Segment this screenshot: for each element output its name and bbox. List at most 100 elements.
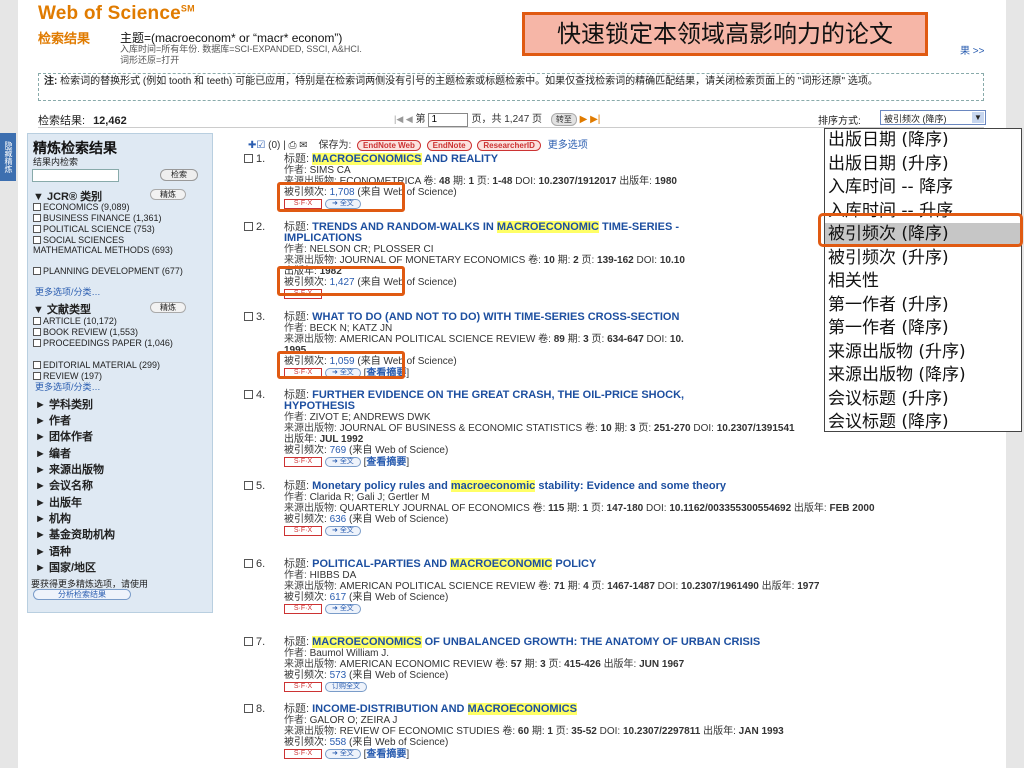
checkbox[interactable] bbox=[33, 203, 41, 211]
record-title[interactable]: TRENDS AND RANDOM-WALKS IN MACROECONOMIC… bbox=[312, 221, 679, 233]
record-title[interactable]: INCOME-DISTRIBUTION AND MACROECONOMICS bbox=[312, 703, 577, 715]
doctype-item[interactable]: PROCEEDINGS PAPER (1,046) bbox=[33, 338, 183, 348]
checkbox[interactable] bbox=[33, 317, 41, 325]
checkbox[interactable] bbox=[33, 214, 41, 222]
jcr-item[interactable]: SOCIAL SCIENCES MATHEMATICAL METHODS (69… bbox=[33, 235, 183, 255]
record-title[interactable]: FURTHER EVIDENCE ON THE GREAT CRASH, THE… bbox=[312, 389, 684, 401]
refine-category[interactable]: ► 机构 bbox=[35, 510, 71, 526]
refine-sidebar: 精炼检索结果 结果内检索 检索 ▼ JCR® 类别 精炼 ECONOMICS (… bbox=[27, 133, 213, 613]
checkbox[interactable] bbox=[33, 236, 41, 244]
order-fulltext-button[interactable]: 订购全文 bbox=[325, 682, 367, 693]
refine-button[interactable]: 精炼 bbox=[150, 302, 186, 313]
record-checkbox[interactable] bbox=[244, 559, 253, 568]
analyze-results-button[interactable]: 分析检索结果 bbox=[33, 589, 131, 600]
sort-option[interactable]: 出版日期 (升序) bbox=[825, 153, 1021, 177]
fulltext-button[interactable]: ➜ 全文 bbox=[325, 749, 361, 760]
sfx-button[interactable]: S·F·X bbox=[284, 457, 322, 468]
record-checkbox[interactable] bbox=[244, 704, 253, 713]
record-checkbox[interactable] bbox=[244, 637, 253, 646]
record-checkbox[interactable] bbox=[244, 481, 253, 490]
record-title[interactable]: POLITICAL-PARTIES AND MACROECONOMIC POLI… bbox=[312, 558, 596, 570]
endnote-button[interactable]: EndNote bbox=[426, 140, 472, 151]
checkbox[interactable] bbox=[33, 225, 41, 233]
refine-button[interactable]: 精炼 bbox=[150, 189, 186, 200]
record-checkbox[interactable] bbox=[244, 154, 253, 163]
hide-refine-tab[interactable]: 隐藏精炼 bbox=[0, 133, 16, 181]
checkbox[interactable] bbox=[33, 361, 41, 369]
sfx-button[interactable]: S·F·X bbox=[284, 749, 322, 760]
refine-category[interactable]: ► 来源出版物 bbox=[35, 461, 104, 477]
results-bar: 检索结果:12,462 |◀ ◀ 第页，共 1,247 页 转至 ▶ ▶| 排序… bbox=[38, 108, 986, 128]
marked-list-icon[interactable]: ✚☑ bbox=[248, 140, 265, 151]
record-title[interactable]: MACROECONOMICS OF UNBALANCED GROWTH: THE… bbox=[312, 636, 760, 648]
refine-category[interactable]: ► 编者 bbox=[35, 445, 71, 461]
create-alert-link[interactable]: 果 >> bbox=[960, 42, 984, 57]
refine-category[interactable]: ► 基金资助机构 bbox=[35, 526, 115, 542]
go-button[interactable]: 转至 bbox=[550, 113, 577, 126]
record-checkbox[interactable] bbox=[244, 222, 253, 231]
endnote-web-button[interactable]: EndNote Web bbox=[357, 140, 421, 151]
jcr-item[interactable]: ECONOMICS (9,089) bbox=[33, 202, 130, 212]
refine-category[interactable]: ► 作者 bbox=[35, 412, 71, 428]
more-save-options-link[interactable]: 更多选项 bbox=[548, 140, 588, 151]
checkbox[interactable] bbox=[33, 328, 41, 336]
jcr-item[interactable]: BUSINESS FINANCE (1,361) bbox=[33, 213, 162, 223]
next-page-icon[interactable]: ▶ ▶| bbox=[580, 114, 601, 125]
record-checkbox[interactable] bbox=[244, 390, 253, 399]
sfx-button[interactable]: S·F·X bbox=[284, 604, 322, 615]
view-abstract-link[interactable]: 查看摘要 bbox=[366, 457, 406, 468]
email-icon[interactable]: ✉ bbox=[299, 140, 307, 151]
page-input[interactable] bbox=[428, 112, 469, 127]
record-title[interactable]: MACROECONOMICS AND REALITY bbox=[312, 153, 498, 165]
refine-category[interactable]: ► 会议名称 bbox=[35, 477, 93, 493]
jcr-item[interactable]: POLITICAL SCIENCE (753) bbox=[33, 224, 155, 234]
search-within-button[interactable]: 检索 bbox=[160, 169, 198, 181]
checkbox[interactable] bbox=[33, 267, 41, 275]
times-cited-link[interactable]: 558 bbox=[330, 737, 347, 748]
refine-category[interactable]: ► 国家/地区 bbox=[35, 559, 96, 575]
refine-category[interactable]: ► 团体作者 bbox=[35, 428, 93, 444]
fulltext-button[interactable]: ➜ 全文 bbox=[325, 526, 361, 537]
sort-option[interactable]: 会议标题 (升序) bbox=[825, 388, 1021, 412]
record-title[interactable]: Monetary policy rules and macroeconomic … bbox=[312, 480, 726, 492]
fulltext-button[interactable]: ➜ 全文 bbox=[325, 457, 361, 468]
sort-option[interactable]: 来源出版物 (降序) bbox=[825, 364, 1021, 388]
refine-category[interactable]: ► 学科类别 bbox=[35, 396, 93, 412]
record-checkbox[interactable] bbox=[244, 312, 253, 321]
times-cited-link[interactable]: 573 bbox=[330, 670, 347, 681]
sort-option[interactable]: 来源出版物 (升序) bbox=[825, 341, 1021, 365]
sfx-button[interactable]: S·F·X bbox=[284, 682, 322, 693]
sort-option[interactable]: 第一作者 (降序) bbox=[825, 317, 1021, 341]
doctype-item[interactable]: BOOK REVIEW (1,553) bbox=[33, 327, 138, 337]
refine-category[interactable]: ► 出版年 bbox=[35, 494, 82, 510]
first-page-icon[interactable]: |◀ ◀ bbox=[394, 114, 413, 124]
sort-option[interactable]: 相关性 bbox=[825, 270, 1021, 294]
search-within-input[interactable] bbox=[32, 169, 119, 182]
wos-logo[interactable]: Web of ScienceSM bbox=[38, 3, 195, 25]
jcr-item[interactable]: PLANNING DEVELOPMENT (677) bbox=[33, 266, 183, 276]
fulltext-button[interactable]: ➜ 全文 bbox=[325, 604, 361, 615]
researcherid-button[interactable]: ResearcherID bbox=[477, 140, 541, 151]
doctype-item[interactable]: EDITORIAL MATERIAL (299) bbox=[33, 360, 160, 370]
checkbox[interactable] bbox=[33, 372, 41, 380]
sort-select[interactable]: 被引频次 (降序) ▼ bbox=[880, 110, 986, 125]
refine-category[interactable]: ► 语种 bbox=[35, 543, 71, 559]
sort-option[interactable]: 入库时间 -- 降序 bbox=[825, 176, 1021, 200]
checkbox[interactable] bbox=[33, 339, 41, 347]
record-title[interactable]: WHAT TO DO (AND NOT TO DO) WITH TIME-SER… bbox=[312, 311, 679, 323]
sort-option[interactable]: 第一作者 (升序) bbox=[825, 294, 1021, 318]
more-options-link[interactable]: 更多选项/分类… bbox=[35, 285, 101, 298]
more-options-link[interactable]: 更多选项/分类… bbox=[35, 380, 101, 393]
view-abstract-link[interactable]: 查看摘要 bbox=[366, 749, 406, 760]
sort-option[interactable]: 被引频次 (升序) bbox=[825, 247, 1021, 271]
times-cited-link[interactable]: 617 bbox=[330, 592, 347, 603]
doctype-item[interactable]: ARTICLE (10,172) bbox=[33, 316, 117, 326]
sort-option[interactable]: 会议标题 (降序) bbox=[825, 411, 1021, 435]
times-cited-link[interactable]: 769 bbox=[330, 445, 347, 456]
sfx-button[interactable]: S·F·X bbox=[284, 526, 322, 537]
times-cited-link[interactable]: 636 bbox=[330, 514, 347, 525]
cited-highlight-box bbox=[277, 351, 405, 379]
sort-option[interactable]: 出版日期 (降序) bbox=[825, 129, 1021, 153]
doctype-section-title[interactable]: ▼ 文献类型 bbox=[33, 301, 91, 317]
print-icon[interactable]: ⎙ bbox=[289, 140, 297, 151]
